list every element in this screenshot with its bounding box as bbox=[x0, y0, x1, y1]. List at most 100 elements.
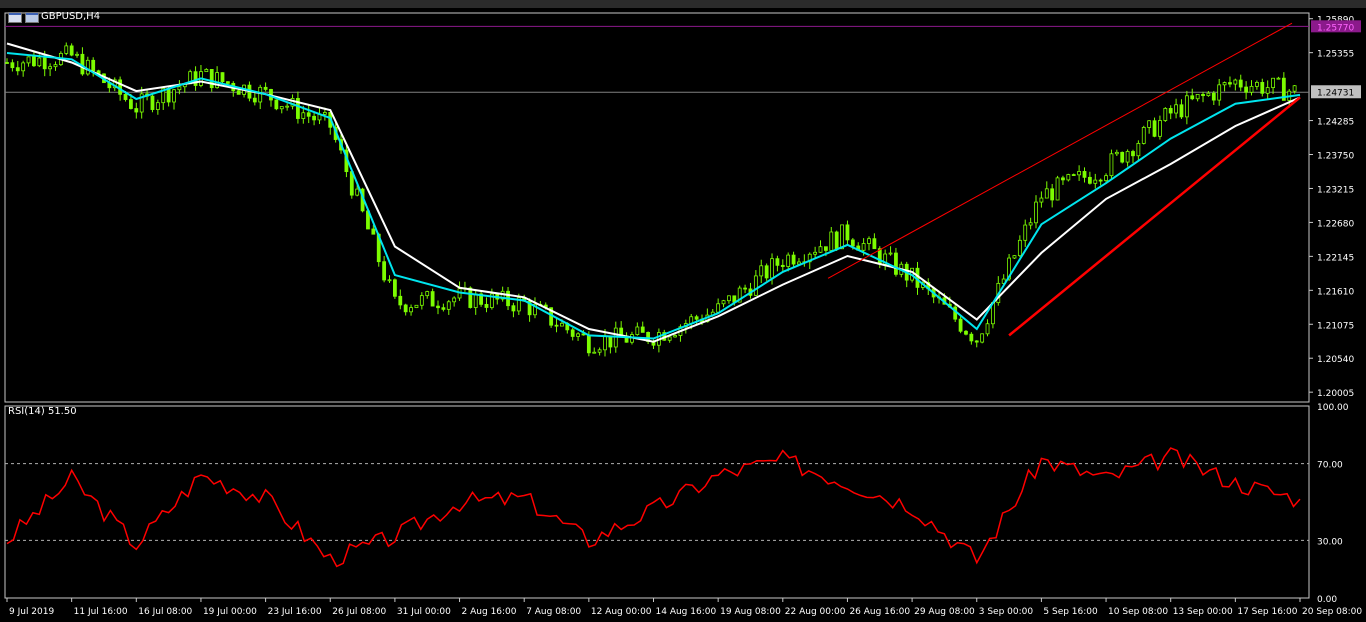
candle-body bbox=[32, 56, 36, 67]
candle-body bbox=[1087, 176, 1092, 184]
candle-body bbox=[877, 248, 882, 265]
candle-body bbox=[1104, 175, 1108, 182]
candle-body bbox=[824, 246, 828, 251]
candle-body bbox=[759, 265, 764, 277]
candle-body bbox=[1044, 188, 1049, 199]
candle-body bbox=[743, 287, 747, 290]
time-tick-label: 19 Jul 00:00 bbox=[203, 607, 257, 617]
candle-body bbox=[511, 305, 516, 312]
candle-body bbox=[403, 304, 408, 313]
candle-body bbox=[306, 112, 311, 117]
price-tick-label: 1.23750 bbox=[1317, 152, 1354, 162]
candle-body bbox=[586, 334, 591, 354]
candle-body bbox=[1066, 174, 1071, 181]
top-level-label: 1.25770 bbox=[1317, 23, 1354, 33]
rsi-line bbox=[6, 447, 1301, 568]
candle-body bbox=[225, 81, 230, 84]
candle-body bbox=[129, 99, 133, 109]
time-tick-label: 26 Aug 16:00 bbox=[849, 607, 910, 617]
time-tick-label: 3 Sep 00:00 bbox=[979, 607, 1034, 617]
candle-body bbox=[430, 291, 435, 307]
candle-body bbox=[209, 69, 214, 89]
candle-body bbox=[1131, 151, 1135, 157]
candle-body bbox=[274, 99, 279, 110]
time-tick-label: 16 Jul 08:00 bbox=[138, 607, 192, 617]
candle-body bbox=[285, 105, 290, 108]
candle-body bbox=[694, 316, 699, 320]
candle-body bbox=[1244, 86, 1249, 93]
price-tick-label: 1.22680 bbox=[1317, 219, 1354, 229]
chart-title: GBPUSD,H4 bbox=[41, 11, 101, 22]
candle-body bbox=[392, 279, 397, 297]
candle-body bbox=[436, 305, 440, 309]
rsi-level-label: 100.00 bbox=[1317, 403, 1349, 413]
candle-body bbox=[1039, 197, 1044, 203]
candle-body bbox=[1158, 120, 1162, 137]
candle-body bbox=[1028, 222, 1033, 226]
candle-body bbox=[301, 112, 306, 119]
candle-body bbox=[1190, 95, 1195, 100]
candle-body bbox=[1125, 151, 1130, 163]
candle-body bbox=[473, 293, 478, 308]
candle-body bbox=[958, 318, 963, 332]
candle-body bbox=[813, 251, 818, 255]
candle-body bbox=[840, 224, 844, 250]
candle-body bbox=[597, 349, 602, 353]
time-tick-label: 10 Sep 08:00 bbox=[1108, 607, 1168, 617]
candle-body bbox=[780, 264, 785, 267]
price-tick-label: 1.23215 bbox=[1317, 185, 1354, 195]
candle-body bbox=[1292, 85, 1297, 92]
candle-body bbox=[974, 340, 979, 343]
candle-body bbox=[721, 300, 726, 305]
price-chart[interactable]: 1.258901.253551.242851.237501.232151.226… bbox=[0, 0, 1366, 622]
candle-body bbox=[829, 231, 834, 251]
candle-body bbox=[134, 108, 139, 113]
candle-body bbox=[1271, 77, 1275, 88]
candle-body bbox=[786, 254, 791, 267]
candle-body bbox=[48, 66, 52, 70]
candle-body bbox=[850, 239, 855, 247]
candle-body bbox=[969, 333, 974, 342]
candle-body bbox=[166, 88, 171, 103]
candle-body bbox=[1061, 177, 1065, 181]
window-icon-alt bbox=[25, 12, 39, 23]
price-tick-label: 1.21075 bbox=[1317, 321, 1354, 331]
candle-body bbox=[716, 303, 721, 313]
time-tick-label: 22 Aug 00:00 bbox=[785, 607, 846, 617]
candle-body bbox=[15, 67, 20, 72]
candle-body bbox=[1228, 82, 1232, 85]
candle-body bbox=[560, 322, 564, 327]
candle-body bbox=[1260, 82, 1265, 94]
candle-body bbox=[764, 265, 769, 279]
candle-body bbox=[220, 72, 225, 83]
time-tick-label: 14 Aug 16:00 bbox=[656, 607, 717, 617]
candle-body bbox=[85, 59, 90, 75]
candle-body bbox=[1098, 179, 1103, 182]
rsi-panel-frame bbox=[4, 405, 1310, 599]
candle-body bbox=[409, 307, 413, 313]
candle-body bbox=[118, 79, 123, 95]
candle-body bbox=[468, 287, 473, 308]
candle-body bbox=[398, 295, 403, 306]
candle-body bbox=[1055, 177, 1060, 201]
candle-body bbox=[42, 57, 47, 70]
candle-body bbox=[1077, 171, 1082, 176]
time-tick-label: 5 Sep 16:00 bbox=[1043, 607, 1098, 617]
candle-body bbox=[818, 246, 823, 253]
candle-body bbox=[1255, 82, 1259, 87]
candle-body bbox=[1174, 104, 1178, 114]
candle-body bbox=[204, 69, 209, 73]
candle-body bbox=[570, 329, 575, 337]
candle-body bbox=[452, 297, 457, 303]
candle-body bbox=[123, 93, 128, 100]
time-tick-label: 29 Aug 08:00 bbox=[914, 607, 975, 617]
candle-body bbox=[371, 228, 376, 235]
candle-body bbox=[279, 106, 284, 110]
candle-body bbox=[441, 307, 446, 310]
candle-body bbox=[845, 224, 850, 241]
candle-body bbox=[980, 333, 985, 343]
candle-body bbox=[1034, 201, 1038, 224]
slow-ma-line bbox=[6, 42, 1301, 343]
price-tick-label: 1.20005 bbox=[1317, 389, 1354, 399]
candle-body bbox=[252, 97, 257, 103]
